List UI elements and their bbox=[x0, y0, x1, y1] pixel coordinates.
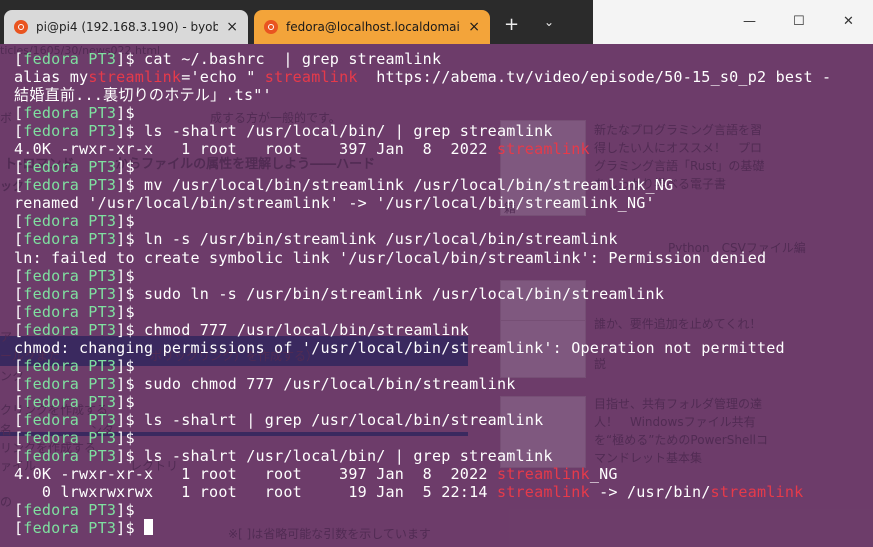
shell-prompt: [fedora PT3]$ bbox=[14, 122, 145, 141]
terminal-command-line: [fedora PT3]$ ls -shalrt | grep /usr/loc… bbox=[14, 411, 831, 429]
command-text: ls -shalrt /usr/local/bin/ | grep stream… bbox=[144, 447, 553, 466]
terminal-output-line: 結婚直前...裏切りのホテル」.ts"' bbox=[14, 86, 831, 104]
terminal-output-line: 4.0K -rwxr-xr-x 1 root root 397 Jan 8 20… bbox=[14, 465, 831, 483]
output-text: chmod: changing permissions of '/usr/loc… bbox=[14, 338, 785, 357]
output-text: 4.0K -rwxr-xr-x 1 root root 397 Jan 8 20… bbox=[14, 465, 497, 484]
maximize-button[interactable]: ☐ bbox=[793, 14, 805, 29]
shell-prompt: [fedora PT3]$ bbox=[14, 356, 145, 375]
terminal-command-line: [fedora PT3]$ bbox=[14, 212, 831, 230]
window-controls: — ☐ ✕ bbox=[593, 0, 873, 44]
command-text: ls -shalrt /usr/local/bin/ | grep stream… bbox=[144, 122, 553, 141]
tab-fedora-localhost[interactable]: fedora@localhost.localdomain × bbox=[254, 10, 490, 44]
terminal-cursor bbox=[144, 519, 154, 536]
terminal-output-line: alias mystreamlink='echo " streamlink ht… bbox=[14, 68, 831, 86]
shell-prompt: [fedora PT3]$ bbox=[14, 284, 145, 303]
output-text: ln: failed to create symbolic link '/usr… bbox=[14, 248, 767, 267]
terminal-command-line: [fedora PT3]$ mv /usr/local/bin/streamli… bbox=[14, 176, 831, 194]
terminal-command-line: [fedora PT3]$ bbox=[14, 303, 831, 321]
terminal-output-line: 4.0K -rwxr-xr-x 1 root root 397 Jan 8 20… bbox=[14, 140, 831, 158]
shell-prompt: [fedora PT3]$ bbox=[14, 428, 145, 447]
tab-title: fedora@localhost.localdomain bbox=[286, 20, 461, 34]
grep-match: streamlink bbox=[88, 68, 182, 87]
terminal-command-line: [fedora PT3]$ bbox=[14, 158, 831, 176]
command-text: sudo ln -s /usr/bin/streamlink /usr/loca… bbox=[144, 284, 665, 303]
grep-match: streamlink bbox=[264, 68, 358, 87]
terminal-command-line: [fedora PT3]$ bbox=[14, 393, 831, 411]
shell-prompt: [fedora PT3]$ bbox=[14, 104, 145, 123]
output-text: -> /usr/bin/ bbox=[589, 483, 711, 502]
command-text: sudo chmod 777 /usr/local/bin/streamlink bbox=[144, 374, 516, 393]
terminal-command-line: [fedora PT3]$ bbox=[14, 429, 831, 447]
terminal-command-line: [fedora PT3]$ bbox=[14, 519, 831, 537]
new-tab-button[interactable]: + bbox=[504, 14, 519, 35]
terminal-pane[interactable]: [fedora PT3]$ cat ~/.bashrc | grep strea… bbox=[0, 44, 873, 547]
terminal-command-line: [fedora PT3]$ ln -s /usr/bin/streamlink … bbox=[14, 230, 831, 248]
terminal-output-line: ln: failed to create symbolic link '/usr… bbox=[14, 249, 831, 267]
shell-prompt: [fedora PT3]$ bbox=[14, 302, 145, 321]
grep-match: streamlink bbox=[496, 483, 590, 502]
close-window-button[interactable]: ✕ bbox=[843, 14, 854, 29]
shell-prompt: [fedora PT3]$ bbox=[14, 50, 145, 68]
terminal-output-line: renamed '/usr/local/bin/streamlink' -> '… bbox=[14, 194, 831, 212]
shell-prompt: [fedora PT3]$ bbox=[14, 410, 145, 429]
output-text: 0 lrwxrwxrwx 1 root root 19 Jan 5 22:14 bbox=[14, 483, 497, 502]
terminal-command-line: [fedora PT3]$ chmod 777 /usr/local/bin/s… bbox=[14, 321, 831, 339]
terminal-command-line: [fedora PT3]$ ls -shalrt /usr/local/bin/… bbox=[14, 122, 831, 140]
shell-prompt: [fedora PT3]$ bbox=[14, 392, 145, 411]
output-text: 4.0K -rwxr-xr-x 1 root root 397 Jan 8 20… bbox=[14, 140, 497, 159]
close-tab-icon[interactable]: × bbox=[468, 19, 480, 35]
tab-dropdown-button[interactable]: ⌄ bbox=[544, 15, 554, 29]
tab-bar: pi@pi4 (192.168.3.190) - byobu × fedora@… bbox=[0, 0, 873, 44]
output-text: alias my bbox=[14, 68, 89, 87]
terminal-command-line: [fedora PT3]$ bbox=[14, 357, 831, 375]
command-text: cat ~/.bashrc | grep streamlink bbox=[144, 50, 442, 68]
output-text: 結婚直前...裏切りのホテル」.ts"' bbox=[14, 86, 272, 105]
shell-prompt: [fedora PT3]$ bbox=[14, 266, 145, 285]
shell-prompt: [fedora PT3]$ bbox=[14, 519, 145, 538]
terminal-output-line: 0 lrwxrwxrwx 1 root root 19 Jan 5 22:14 … bbox=[14, 483, 831, 501]
shell-prompt: [fedora PT3]$ bbox=[14, 374, 145, 393]
terminal-output-line: chmod: changing permissions of '/usr/loc… bbox=[14, 339, 831, 357]
terminal-command-line: [fedora PT3]$ bbox=[14, 501, 831, 519]
shell-prompt: [fedora PT3]$ bbox=[14, 158, 145, 177]
tab-pi4-byobu[interactable]: pi@pi4 (192.168.3.190) - byobu × bbox=[4, 10, 248, 44]
grep-match: streamlink bbox=[710, 483, 804, 502]
terminal-command-line: [fedora PT3]$ sudo ln -s /usr/bin/stream… bbox=[14, 285, 831, 303]
tab-title: pi@pi4 (192.168.3.190) - byobu bbox=[36, 20, 219, 34]
shell-prompt: [fedora PT3]$ bbox=[14, 320, 145, 339]
output-text: ='echo " bbox=[181, 68, 265, 87]
output-text: https://abema.tv/video/episode/50-15_s0_… bbox=[357, 68, 832, 87]
minimize-button[interactable]: — bbox=[743, 14, 756, 29]
output-text: renamed '/usr/local/bin/streamlink' -> '… bbox=[14, 194, 655, 213]
shell-prompt: [fedora PT3]$ bbox=[14, 447, 145, 466]
close-tab-icon[interactable]: × bbox=[226, 19, 238, 35]
command-text: ls -shalrt | grep /usr/local/bin/streaml… bbox=[144, 410, 544, 429]
terminal-output: [fedora PT3]$ cat ~/.bashrc | grep strea… bbox=[14, 50, 831, 537]
terminal-command-line: [fedora PT3]$ ls -shalrt /usr/local/bin/… bbox=[14, 447, 831, 465]
shell-prompt: [fedora PT3]$ bbox=[14, 501, 145, 520]
command-text: mv /usr/local/bin/streamlink /usr/local/… bbox=[144, 176, 674, 195]
command-text: ln -s /usr/bin/streamlink /usr/local/bin… bbox=[144, 230, 618, 249]
command-text: chmod 777 /usr/local/bin/streamlink bbox=[144, 320, 470, 339]
grep-match: streamlink bbox=[496, 465, 590, 484]
terminal-command-line: [fedora PT3]$ sudo chmod 777 /usr/local/… bbox=[14, 375, 831, 393]
ubuntu-icon bbox=[264, 20, 278, 34]
output-text: _NG bbox=[589, 465, 618, 484]
terminal-command-line: [fedora PT3]$ bbox=[14, 267, 831, 285]
terminal-command-line: [fedora PT3]$ bbox=[14, 104, 831, 122]
shell-prompt: [fedora PT3]$ bbox=[14, 230, 145, 249]
ubuntu-icon bbox=[14, 20, 28, 34]
grep-match: streamlink bbox=[496, 140, 590, 159]
shell-prompt: [fedora PT3]$ bbox=[14, 176, 145, 195]
terminal-command-line: [fedora PT3]$ cat ~/.bashrc | grep strea… bbox=[14, 50, 831, 68]
shell-prompt: [fedora PT3]$ bbox=[14, 212, 145, 231]
